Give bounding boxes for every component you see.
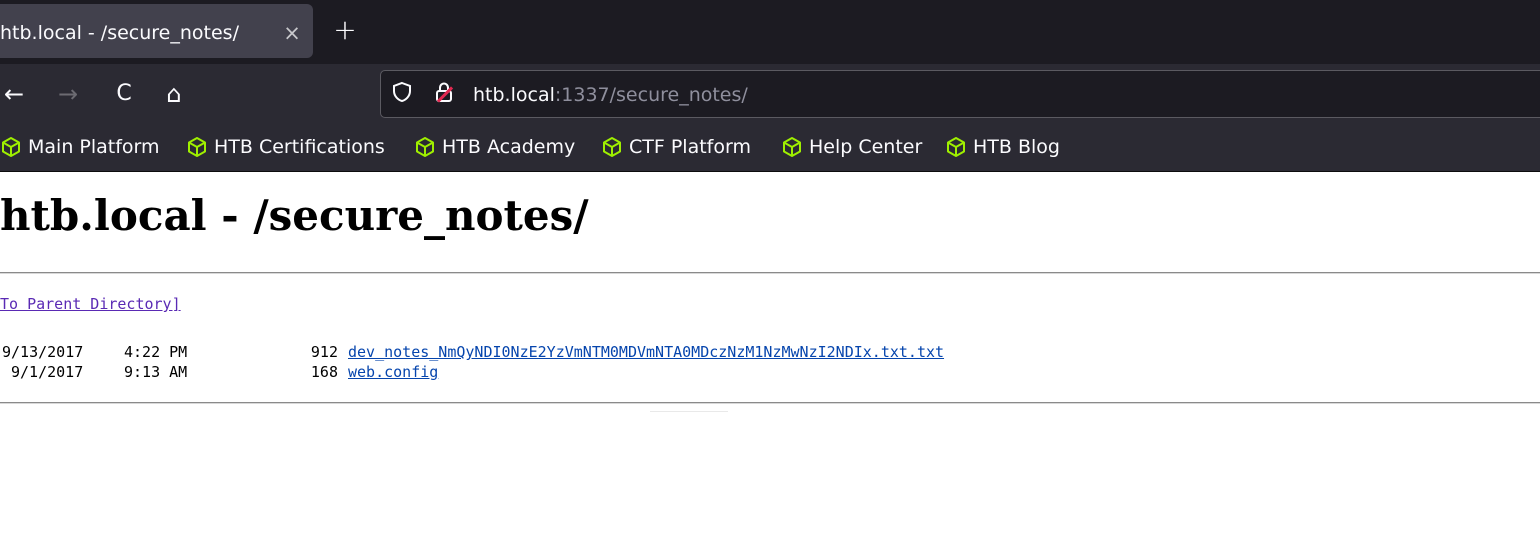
insecure-lock-icon[interactable] <box>431 81 457 107</box>
file-link-dev-notes[interactable]: dev_notes_NmQyNDI0NzE2YzVmNTM0MDVmNTA0MD… <box>348 342 944 362</box>
url-host: htb.local <box>473 84 555 106</box>
home-button[interactable]: ⌂ <box>160 80 188 108</box>
faint-mark <box>650 411 728 412</box>
tab-strip: htb.local - /secure_notes/ × + <box>0 0 1540 64</box>
reload-button[interactable]: C <box>110 80 138 108</box>
bottom-divider <box>0 402 1540 404</box>
tab-title: htb.local - /secure_notes/ <box>0 22 239 44</box>
htb-cube-icon <box>603 137 621 157</box>
url-bar[interactable]: htb.local:1337/secure_notes/ <box>380 70 1540 118</box>
file-date: 9/1/2017 <box>11 363 84 381</box>
browser-tab[interactable]: htb.local - /secure_notes/ × <box>0 4 313 58</box>
file-link-web-config[interactable]: web.config <box>348 362 438 382</box>
bookmark-label: HTB Certifications <box>214 136 385 158</box>
bookmark-label: HTB Academy <box>442 136 576 158</box>
file-time: 9:13 AM <box>124 363 188 381</box>
htb-cube-icon <box>783 137 801 157</box>
tracking-protection-shield-icon[interactable] <box>389 81 415 107</box>
bookmark-htb-blog[interactable]: HTB Blog <box>945 134 1060 160</box>
page-content: htb.local - /secure_notes/ To Parent Dir… <box>0 172 1540 543</box>
bookmark-htb-certifications[interactable]: HTB Certifications <box>186 134 385 160</box>
forward-button[interactable]: → <box>54 80 82 108</box>
url-text[interactable]: htb.local:1337/secure_notes/ <box>473 83 748 107</box>
close-tab-icon[interactable]: × <box>280 21 304 45</box>
new-tab-button[interactable]: + <box>332 16 358 44</box>
file-time: 4:22 PM <box>124 343 188 361</box>
bookmark-label: Help Center <box>809 136 923 158</box>
page-title: htb.local - /secure_notes/ <box>0 191 589 240</box>
file-date: 9/13/2017 <box>2 343 84 361</box>
bookmarks-toolbar: Main Platform HTB Certifications HTB Aca… <box>0 124 1540 172</box>
parent-directory-link[interactable]: To Parent Directory] <box>0 294 181 314</box>
bookmark-label: CTF Platform <box>629 136 751 158</box>
bookmark-htb-academy[interactable]: HTB Academy <box>414 134 575 160</box>
bookmark-main-platform[interactable]: Main Platform <box>0 134 160 160</box>
navigation-toolbar: ← → C ⌂ htb.local:1337/secure_notes/ <box>0 64 1540 124</box>
back-button[interactable]: ← <box>0 80 28 108</box>
bookmark-ctf-platform[interactable]: CTF Platform <box>601 134 751 160</box>
bookmark-label: Main Platform <box>28 136 160 158</box>
top-divider <box>0 272 1540 274</box>
htb-cube-icon <box>416 137 434 157</box>
htb-cube-icon <box>188 137 206 157</box>
file-size: 912 <box>310 343 338 361</box>
file-size: 168 <box>310 363 338 381</box>
bookmark-label: HTB Blog <box>973 136 1060 158</box>
htb-cube-icon <box>2 137 20 157</box>
bookmark-help-center[interactable]: Help Center <box>781 134 922 160</box>
htb-cube-icon <box>947 137 965 157</box>
url-path: :1337/secure_notes/ <box>554 84 748 106</box>
